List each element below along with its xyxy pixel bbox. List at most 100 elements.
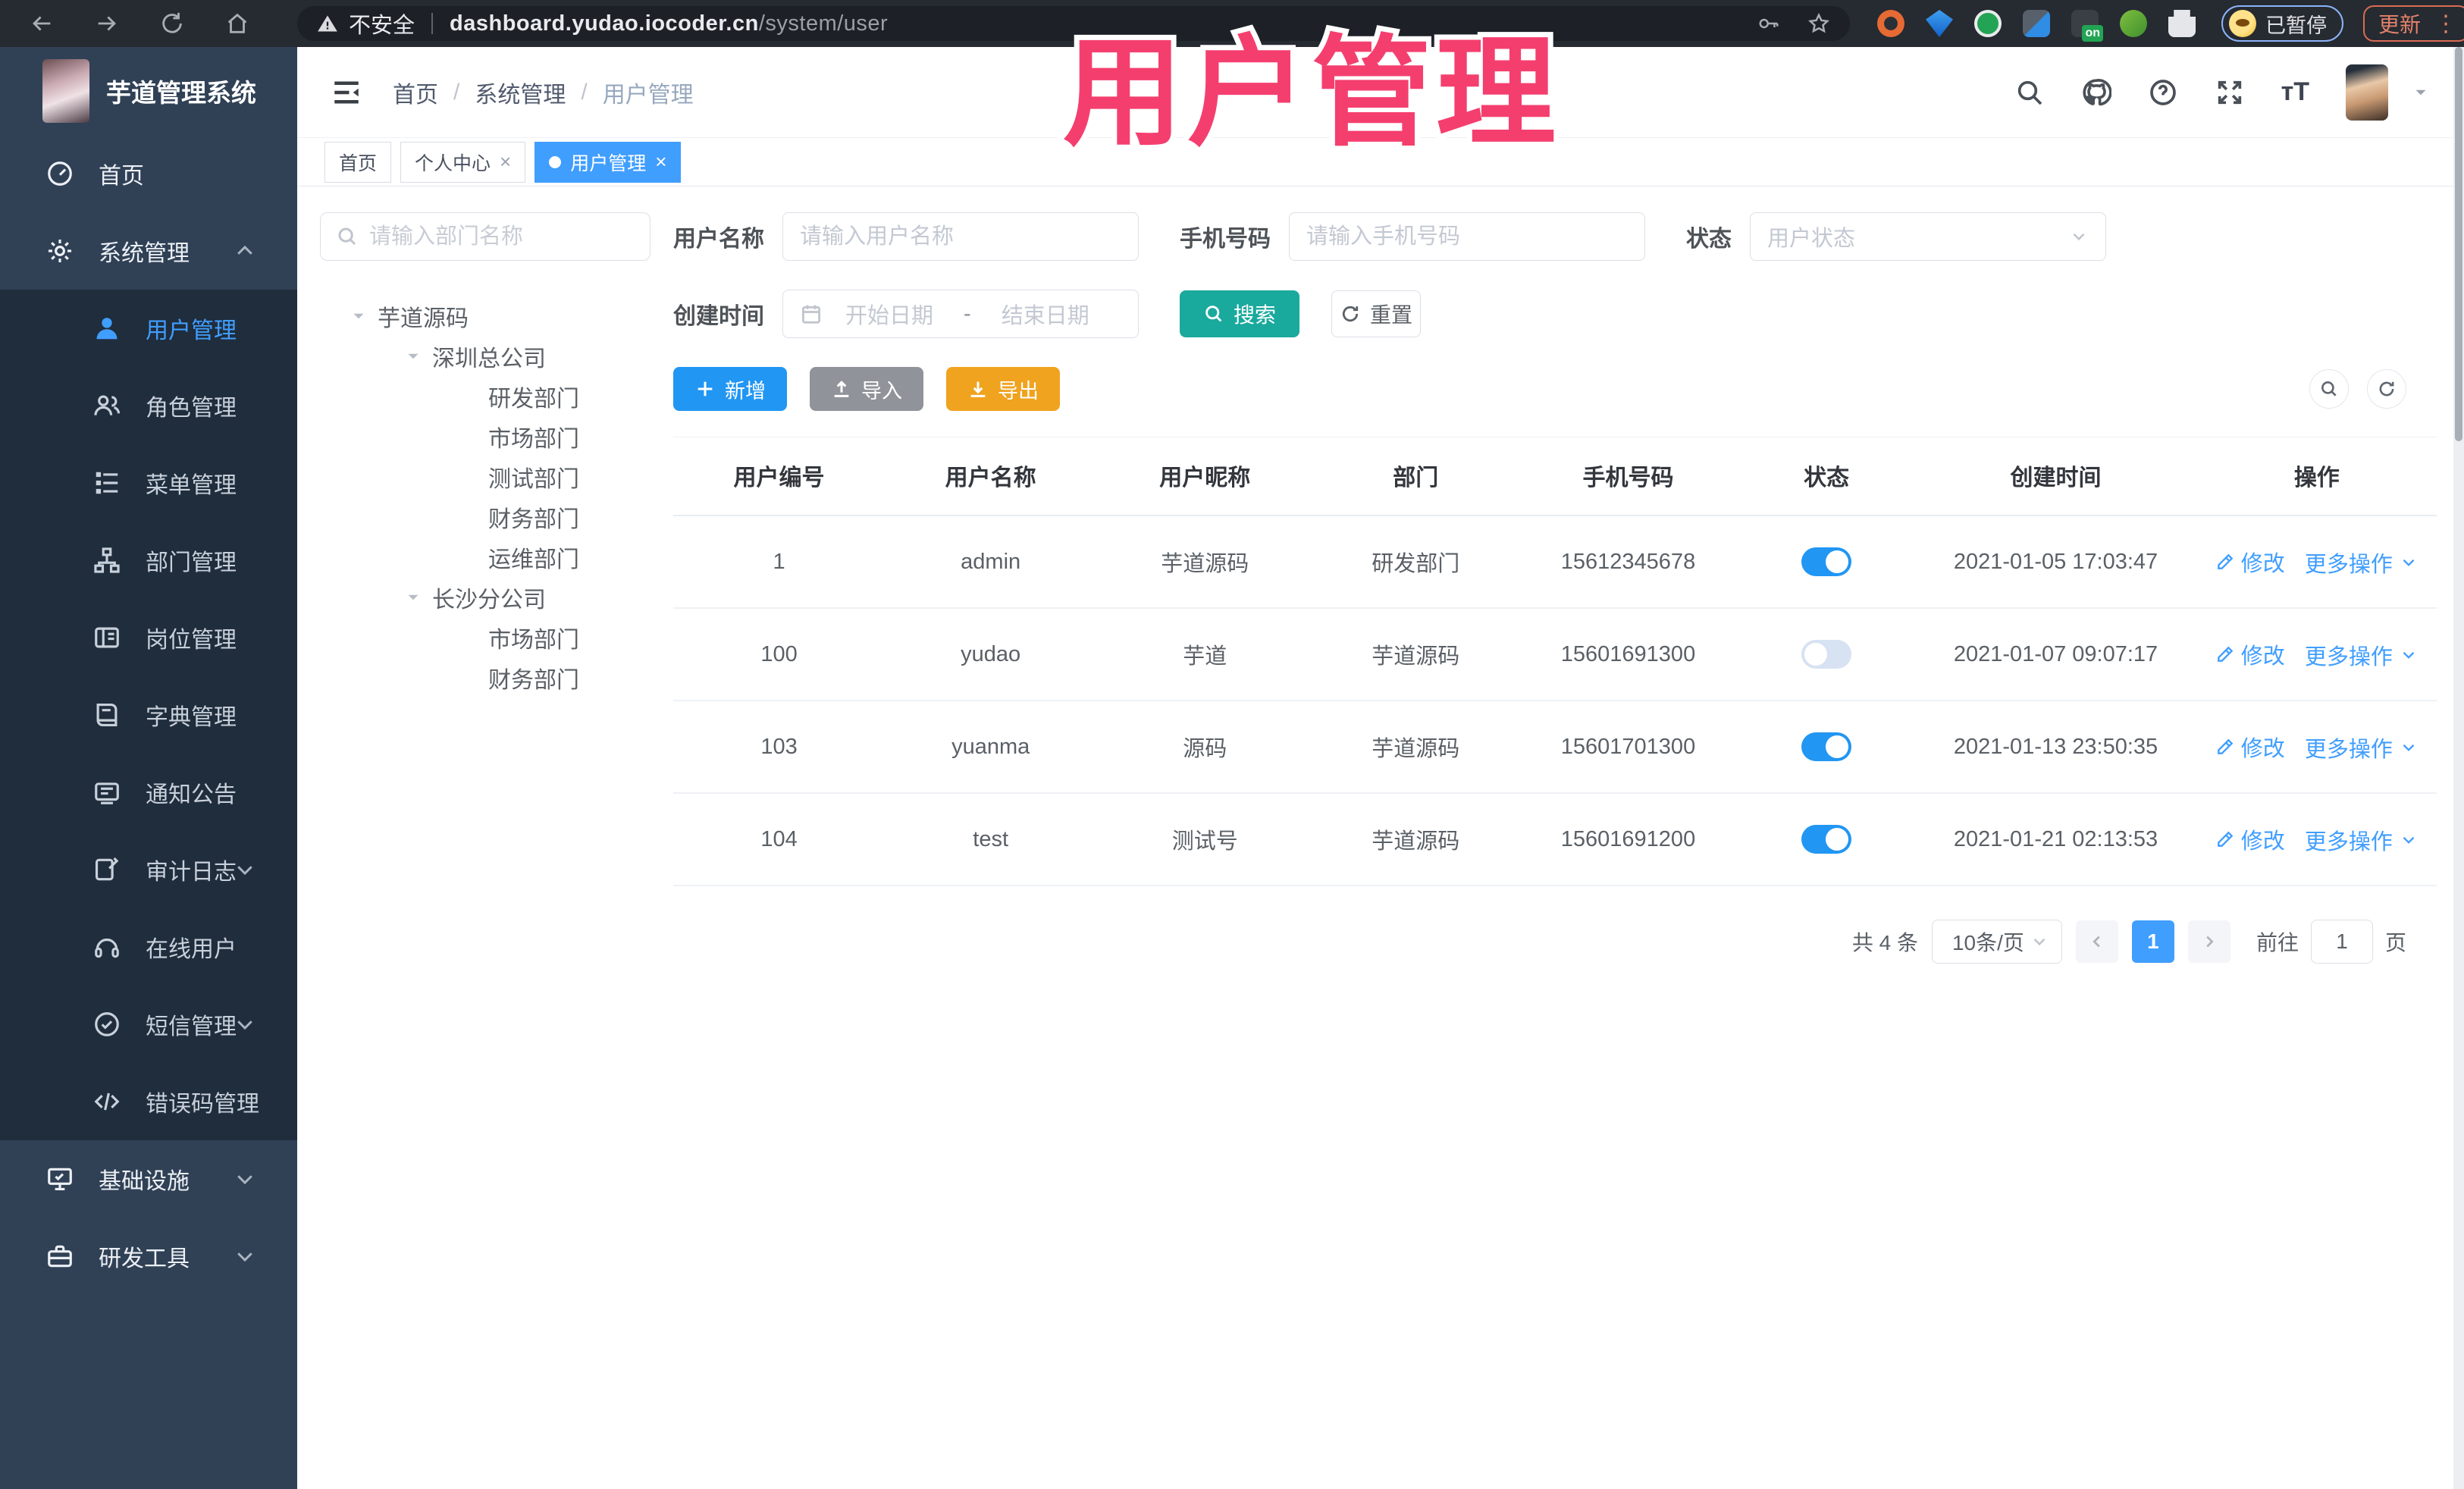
col-user-id: 用户编号 bbox=[673, 437, 886, 516]
username-input[interactable] bbox=[800, 224, 1121, 249]
tab-profile[interactable]: 个人中心 × bbox=[400, 141, 526, 183]
chevron-down-icon bbox=[234, 858, 256, 881]
status-select[interactable]: 用户状态 bbox=[1750, 212, 2106, 261]
status-toggle[interactable] bbox=[1801, 640, 1852, 669]
export-button[interactable]: 导出 bbox=[946, 367, 1060, 411]
dept-search-input[interactable] bbox=[369, 224, 635, 249]
search-button[interactable]: 搜索 bbox=[1180, 290, 1299, 337]
add-button[interactable]: 新增 bbox=[673, 367, 787, 411]
sidebar-item-home[interactable]: 首页 bbox=[0, 135, 297, 212]
extension-gem-icon[interactable] bbox=[1926, 10, 1953, 37]
collapse-sidebar-icon[interactable] bbox=[331, 77, 362, 108]
home-icon[interactable] bbox=[224, 11, 250, 36]
browser-profile-chip[interactable]: 已暂停 bbox=[2221, 5, 2343, 42]
tree-node[interactable]: 财务部门 bbox=[320, 657, 650, 697]
extension-leaf-icon[interactable] bbox=[2120, 10, 2147, 37]
help-icon[interactable] bbox=[2148, 77, 2178, 108]
page-size-select[interactable]: 10条/页 bbox=[1931, 920, 2062, 964]
edit-link[interactable]: 修改 bbox=[2215, 546, 2285, 578]
status-toggle[interactable] bbox=[1801, 547, 1852, 576]
breadcrumb-home[interactable]: 首页 bbox=[393, 76, 438, 109]
font-size-icon[interactable]: ᴛT bbox=[2281, 77, 2309, 107]
dashboard-icon bbox=[48, 161, 72, 186]
extensions-puzzle-icon[interactable] bbox=[2168, 10, 2196, 37]
bookmark-star-icon[interactable] bbox=[1807, 12, 1830, 35]
extension-ubuntu-icon[interactable] bbox=[1877, 10, 1904, 37]
more-actions-link[interactable]: 更多操作 bbox=[2305, 547, 2419, 578]
tab-user-management[interactable]: 用户管理 × bbox=[534, 141, 682, 183]
mobile-input[interactable] bbox=[1306, 224, 1628, 249]
audit-icon bbox=[95, 857, 119, 881]
sidebar-item-sms-management[interactable]: 短信管理 bbox=[0, 986, 297, 1063]
status-toggle[interactable] bbox=[1801, 825, 1852, 854]
edit-link[interactable]: 修改 bbox=[2215, 823, 2285, 855]
sidebar-item-dev-tools[interactable]: 研发工具 bbox=[0, 1218, 297, 1295]
status-toggle[interactable] bbox=[1801, 732, 1852, 761]
close-icon[interactable]: × bbox=[655, 150, 666, 174]
tree-node[interactable]: 研发部门 bbox=[320, 376, 650, 416]
caret-down-icon[interactable] bbox=[349, 306, 368, 326]
extension-switch-icon[interactable]: on bbox=[2071, 10, 2103, 42]
page-scrollbar[interactable] bbox=[2453, 47, 2464, 1489]
tree-node[interactable]: 芋道源码 bbox=[320, 296, 650, 336]
sidebar-item-post-management[interactable]: 岗位管理 bbox=[0, 599, 297, 676]
sidebar-item-infrastructure[interactable]: 基础设施 bbox=[0, 1140, 297, 1218]
caret-down-icon[interactable] bbox=[403, 346, 423, 366]
date-range-picker[interactable]: 开始日期 - 结束日期 bbox=[782, 290, 1139, 338]
tree-node[interactable]: 运维部门 bbox=[320, 537, 650, 577]
tree-node[interactable]: 深圳总公司 bbox=[320, 336, 650, 376]
more-actions-link[interactable]: 更多操作 bbox=[2305, 824, 2419, 856]
page-unit-label: 页 bbox=[2384, 931, 2406, 955]
breadcrumb-system[interactable]: 系统管理 bbox=[475, 76, 566, 109]
tab-home[interactable]: 首页 bbox=[324, 141, 392, 183]
more-actions-link[interactable]: 更多操作 bbox=[2305, 732, 2419, 763]
sidebar-item-menu-management[interactable]: 菜单管理 bbox=[0, 444, 297, 522]
tree-node[interactable]: 测试部门 bbox=[320, 456, 650, 497]
import-button[interactable]: 导入 bbox=[810, 367, 923, 411]
github-icon[interactable] bbox=[2081, 77, 2112, 108]
end-date-placeholder: 结束日期 bbox=[1001, 304, 1089, 328]
online-icon bbox=[95, 938, 119, 958]
scrollbar-thumb[interactable] bbox=[2455, 47, 2462, 441]
show-search-button[interactable] bbox=[2309, 369, 2349, 409]
sidebar-item-dict-management[interactable]: 字典管理 bbox=[0, 676, 297, 754]
edit-link[interactable]: 修改 bbox=[2215, 638, 2285, 670]
next-page-button[interactable] bbox=[2187, 920, 2230, 963]
browser-nav bbox=[0, 11, 297, 36]
back-icon[interactable] bbox=[29, 11, 55, 36]
page-number-1[interactable]: 1 bbox=[2131, 920, 2174, 963]
sidebar-item-role-management[interactable]: 角色管理 bbox=[0, 367, 297, 444]
browser-menu-kebab-icon[interactable]: ⋮ bbox=[2434, 11, 2457, 37]
sidebar-item-audit-log[interactable]: 审计日志 bbox=[0, 831, 297, 908]
password-key-icon[interactable] bbox=[1757, 12, 1780, 35]
browser-update-button[interactable]: 更新 ⋮ bbox=[2363, 5, 2464, 42]
refresh-button[interactable] bbox=[2367, 369, 2406, 409]
forward-icon[interactable] bbox=[94, 11, 120, 36]
tree-node[interactable]: 市场部门 bbox=[320, 416, 650, 456]
caret-down-icon[interactable] bbox=[403, 588, 423, 607]
sidebar-item-error-code[interactable]: 错误码管理 bbox=[0, 1063, 297, 1140]
search-icon[interactable] bbox=[2014, 77, 2045, 108]
fullscreen-icon[interactable] bbox=[2215, 77, 2245, 108]
url-bar[interactable]: 不安全 dashboard.yudao.iocoder.cn/system/us… bbox=[297, 6, 1850, 41]
tree-node[interactable]: 财务部门 bbox=[320, 497, 650, 537]
edit-link[interactable]: 修改 bbox=[2215, 731, 2285, 763]
avatar-caret-icon[interactable] bbox=[2411, 83, 2431, 102]
reset-button[interactable]: 重置 bbox=[1331, 290, 1421, 337]
sidebar-item-online-users[interactable]: 在线用户 bbox=[0, 908, 297, 986]
sidebar-item-user-management[interactable]: 用户管理 bbox=[0, 290, 297, 367]
sidebar-item-system[interactable]: 系统管理 bbox=[0, 212, 297, 290]
tree-node[interactable]: 市场部门 bbox=[320, 617, 650, 657]
sidebar-item-dept-management[interactable]: 部门管理 bbox=[0, 522, 297, 599]
extension-grid-icon[interactable] bbox=[2023, 10, 2050, 37]
user-avatar[interactable] bbox=[2346, 64, 2388, 121]
create-time-label: 创建时间 bbox=[673, 304, 764, 329]
goto-page-input[interactable] bbox=[2310, 920, 2373, 964]
extension-y-icon[interactable] bbox=[1974, 10, 2002, 37]
reload-icon[interactable] bbox=[159, 11, 185, 36]
more-actions-link[interactable]: 更多操作 bbox=[2305, 639, 2419, 671]
prev-page-button[interactable] bbox=[2075, 920, 2118, 963]
close-icon[interactable]: × bbox=[500, 150, 511, 174]
tree-node[interactable]: 长沙分公司 bbox=[320, 577, 650, 617]
sidebar-item-notice[interactable]: 通知公告 bbox=[0, 754, 297, 831]
